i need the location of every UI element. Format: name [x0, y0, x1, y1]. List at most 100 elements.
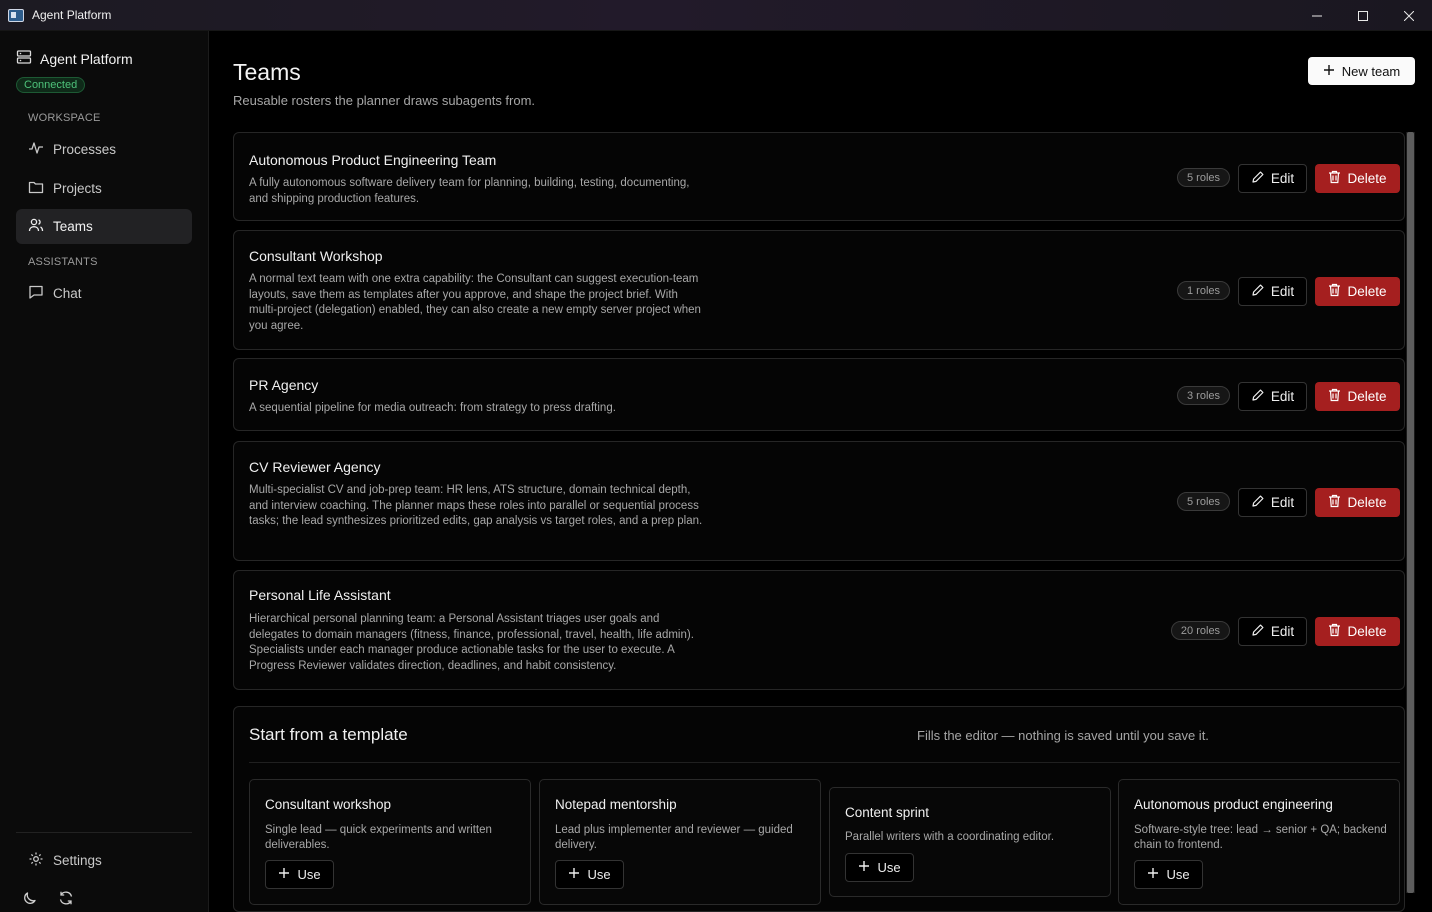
refresh-icon[interactable]: [58, 890, 74, 911]
template-description: Software-style tree: lead → senior + QA;…: [1134, 824, 1387, 851]
team-description: A fully autonomous software delivery tea…: [249, 177, 690, 205]
team-card: CV Reviewer Agency Multi-specialist CV a…: [233, 441, 1405, 561]
page-subtitle: Reusable rosters the planner draws subag…: [233, 93, 536, 108]
moon-icon[interactable]: [22, 890, 38, 911]
template-name: Notepad mentorship: [555, 797, 677, 812]
section-label-assistants: ASSISTANTS: [28, 256, 98, 268]
server-icon: [16, 49, 32, 68]
plus-icon: [1323, 64, 1335, 79]
sidebar-item-label: Settings: [53, 853, 102, 868]
edit-button[interactable]: Edit: [1238, 164, 1307, 193]
use-template-button[interactable]: Use: [555, 860, 624, 889]
section-label-workspace: WORKSPACE: [28, 112, 101, 124]
delete-button[interactable]: Delete: [1315, 164, 1400, 193]
page-title: Teams: [233, 59, 301, 85]
roles-badge: 3 roles: [1177, 386, 1230, 405]
template-name: Autonomous product engineering: [1134, 797, 1333, 812]
roles-badge: 5 roles: [1177, 168, 1230, 187]
template-divider: [249, 762, 1400, 763]
maximize-icon[interactable]: [1340, 0, 1386, 31]
team-name: Autonomous Product Engineering Team: [249, 152, 497, 168]
edit-button[interactable]: Edit: [1238, 382, 1307, 411]
sidebar: Agent Platform Connected WORKSPACE Proce…: [0, 31, 209, 912]
window-titlebar: Agent Platform: [0, 0, 1432, 31]
gear-icon: [28, 851, 44, 870]
sidebar-item-teams[interactable]: Teams: [16, 209, 192, 244]
plus-icon: [858, 860, 870, 875]
delete-button[interactable]: Delete: [1315, 617, 1400, 646]
plus-icon: [278, 867, 290, 882]
team-name: CV Reviewer Agency: [249, 459, 381, 475]
brand-label: Agent Platform: [40, 50, 133, 67]
roles-badge: 5 roles: [1177, 492, 1230, 511]
roles-badge: 20 roles: [1171, 621, 1230, 640]
scrollbar-thumb[interactable]: [1407, 132, 1414, 893]
template-title: Start from a template: [249, 725, 408, 744]
delete-button[interactable]: Delete: [1315, 382, 1400, 411]
team-card: Consultant Workshop A normal text team w…: [233, 230, 1405, 350]
window-title: Agent Platform: [32, 8, 112, 22]
template-name: Content sprint: [845, 805, 930, 820]
sidebar-item-chat[interactable]: Chat: [16, 276, 192, 311]
team-description: A normal text team with one extra capabi…: [249, 273, 701, 332]
minimize-icon[interactable]: [1294, 0, 1340, 31]
team-description: Multi-specialist CV and job-prep team: H…: [249, 484, 703, 528]
sidebar-item-label: Projects: [53, 181, 102, 196]
edit-button[interactable]: Edit: [1238, 617, 1307, 646]
template-description: Lead plus implementer and reviewer — gui…: [555, 824, 793, 851]
trash-icon: [1328, 283, 1341, 300]
sidebar-item-label: Processes: [53, 142, 117, 157]
status-badge: Connected: [16, 77, 86, 93]
template-description: Parallel writers with a coordinating edi…: [845, 831, 1055, 843]
folder-icon: [28, 179, 44, 198]
pencil-icon: [1251, 170, 1265, 187]
sidebar-item-projects[interactable]: Projects: [16, 171, 192, 206]
team-name: Personal Life Assistant: [249, 587, 391, 603]
edit-button[interactable]: Edit: [1238, 488, 1307, 517]
team-name: Consultant Workshop: [249, 248, 383, 264]
use-template-button[interactable]: Use: [265, 860, 334, 889]
template-panel: Start from a template Fills the editor —…: [233, 706, 1405, 912]
sidebar-divider: [16, 832, 192, 833]
edit-button[interactable]: Edit: [1238, 277, 1307, 306]
template-card: Consultant workshop Single lead — quick …: [249, 779, 531, 905]
delete-button[interactable]: Delete: [1315, 277, 1400, 306]
sidebar-item-processes[interactable]: Processes: [16, 132, 192, 167]
delete-button[interactable]: Delete: [1315, 488, 1400, 517]
roles-badge: 1 roles: [1177, 281, 1230, 300]
use-template-button[interactable]: Use: [845, 853, 914, 882]
template-card: Autonomous product engineering Software-…: [1118, 779, 1400, 905]
team-name: PR Agency: [249, 377, 319, 393]
trash-icon: [1328, 494, 1341, 511]
main-content: Teams Reusable rosters the planner draws…: [209, 31, 1432, 912]
pencil-icon: [1251, 388, 1265, 405]
team-card: PR Agency A sequential pipeline for medi…: [233, 358, 1405, 431]
scrollbar[interactable]: [1406, 132, 1415, 893]
window-controls: [1294, 0, 1432, 31]
users-icon: [28, 217, 44, 236]
plus-icon: [1147, 867, 1159, 882]
sidebar-item-label: Chat: [53, 286, 82, 301]
close-icon[interactable]: [1386, 0, 1432, 31]
trash-icon: [1328, 388, 1341, 405]
chat-icon: [28, 284, 44, 303]
sidebar-item-settings[interactable]: Settings: [16, 843, 192, 878]
team-description: A sequential pipeline for media outreach…: [249, 402, 616, 414]
template-description: Single lead — quick experiments and writ…: [265, 824, 492, 851]
use-template-button[interactable]: Use: [1134, 860, 1203, 889]
app-icon: [8, 8, 24, 22]
sidebar-item-label: Teams: [53, 219, 93, 234]
pencil-icon: [1251, 283, 1265, 300]
brand[interactable]: Agent Platform: [16, 49, 133, 68]
plus-icon: [568, 867, 580, 882]
template-card: Notepad mentorship Lead plus implementer…: [539, 779, 821, 905]
pencil-icon: [1251, 623, 1265, 640]
template-card: Content sprint Parallel writers with a c…: [829, 787, 1111, 897]
team-card: Personal Life Assistant Hierarchical per…: [233, 570, 1405, 690]
trash-icon: [1328, 623, 1341, 640]
pencil-icon: [1251, 494, 1265, 511]
template-note: Fills the editor — nothing is saved unti…: [917, 728, 1209, 743]
team-description: Hierarchical personal planning team: a P…: [249, 613, 694, 672]
new-team-button[interactable]: New team: [1308, 57, 1415, 85]
team-card: Autonomous Product Engineering Team A fu…: [233, 132, 1405, 221]
